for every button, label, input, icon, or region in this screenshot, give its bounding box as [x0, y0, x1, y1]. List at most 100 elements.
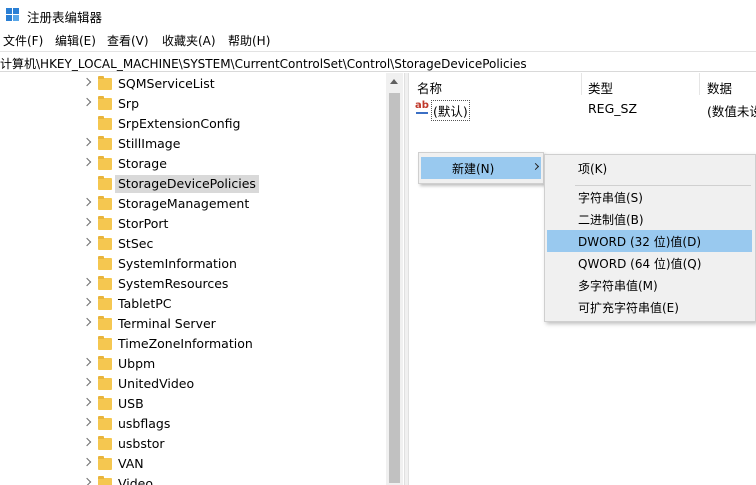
tree-item-label[interactable]: UnitedVideo — [115, 375, 197, 393]
tree-item-usbstor[interactable]: usbstor — [0, 434, 386, 454]
folder-icon — [98, 276, 112, 290]
tree-item-storagemanagement[interactable]: StorageManagement — [0, 194, 386, 214]
column-header-name[interactable]: 名称 — [417, 78, 442, 97]
folder-icon — [98, 116, 112, 130]
submenu-item-key[interactable]: 项(K) — [547, 157, 752, 179]
chevron-right-icon[interactable] — [82, 217, 92, 227]
folder-icon — [98, 216, 112, 230]
key-tree[interactable]: SQMServiceList Srp SrpExtensionConfig St… — [0, 73, 404, 485]
chevron-right-icon[interactable] — [82, 457, 92, 467]
submenu-item-qword[interactable]: QWORD (64 位)值(Q) — [547, 252, 752, 274]
chevron-right-icon[interactable] — [82, 157, 92, 167]
address-bar[interactable]: 计算机\HKEY_LOCAL_MACHINE\SYSTEM\CurrentCon… — [0, 51, 756, 72]
chevron-right-icon[interactable] — [82, 197, 92, 207]
tree-item-label[interactable]: Video — [115, 475, 156, 485]
tree-item-label[interactable]: Storage — [115, 155, 170, 173]
tree-item-storagedevicepolicies[interactable]: StorageDevicePolicies — [0, 174, 386, 194]
tree-item-label[interactable]: usbstor — [115, 435, 168, 453]
tree-item-label[interactable]: StorPort — [115, 215, 171, 233]
chevron-right-icon[interactable] — [82, 317, 92, 327]
value-data[interactable]: (数值未设 — [707, 101, 756, 120]
chevron-right-icon[interactable] — [82, 297, 92, 307]
tree-item-storport[interactable]: StorPort — [0, 214, 386, 234]
chevron-right-icon[interactable] — [82, 477, 92, 485]
column-header-type[interactable]: 类型 — [588, 78, 613, 97]
column-divider[interactable] — [581, 73, 582, 95]
new-submenu: 项(K) 字符串值(S) 二进制值(B) DWORD (32 位)值(D) QW… — [544, 154, 756, 322]
chevron-right-icon[interactable] — [82, 277, 92, 287]
tree-item-systemresources[interactable]: SystemResources — [0, 274, 386, 294]
tree-item-stsec[interactable]: StSec — [0, 234, 386, 254]
menu-favorites[interactable]: 收藏夹(A) — [162, 32, 216, 49]
address-path[interactable]: 计算机\HKEY_LOCAL_MACHINE\SYSTEM\CurrentCon… — [0, 55, 527, 72]
tree-item-label[interactable]: Srp — [115, 95, 142, 113]
tree-item-label[interactable]: TabletPC — [115, 295, 175, 313]
tree-item-label[interactable]: TimeZoneInformation — [115, 335, 256, 353]
tree-item-label[interactable]: StorageManagement — [115, 195, 252, 213]
tree-item-label[interactable]: Terminal Server — [115, 315, 219, 333]
scrollbar-thumb[interactable] — [389, 93, 400, 483]
tree-item-label[interactable]: SystemInformation — [115, 255, 240, 273]
tree-item-label[interactable]: SystemResources — [115, 275, 231, 293]
folder-icon — [98, 96, 112, 110]
tree-item-unitedvideo[interactable]: UnitedVideo — [0, 374, 386, 394]
tree-item-label[interactable]: StorageDevicePolicies — [115, 175, 259, 193]
window-title: 注册表编辑器 — [27, 10, 103, 25]
submenu-arrow-icon — [531, 162, 540, 171]
tree-item-ubpm[interactable]: Ubpm — [0, 354, 386, 374]
folder-icon — [98, 396, 112, 410]
tree-item-usbflags[interactable]: usbflags — [0, 414, 386, 434]
tree-item-systeminformation[interactable]: SystemInformation — [0, 254, 386, 274]
tree-item-label[interactable]: VAN — [115, 455, 147, 473]
menu-help[interactable]: 帮助(H) — [228, 32, 270, 49]
folder-icon — [98, 436, 112, 450]
chevron-right-icon[interactable] — [82, 137, 92, 147]
title-bar: 注册表编辑器 — [0, 0, 756, 30]
tree-item-label[interactable]: StSec — [115, 235, 156, 253]
tree-item-video[interactable]: Video — [0, 474, 386, 485]
tree-item-van[interactable]: VAN — [0, 454, 386, 474]
menu-view[interactable]: 查看(V) — [107, 32, 149, 49]
tree-item-sqmservicelist[interactable]: SQMServiceList — [0, 74, 386, 94]
tree-item-label[interactable]: Ubpm — [115, 355, 158, 373]
tree-item-usb[interactable]: USB — [0, 394, 386, 414]
chevron-right-icon[interactable] — [82, 437, 92, 447]
tree-item-label[interactable]: SQMServiceList — [115, 75, 218, 93]
tree-item-terminal-server[interactable]: Terminal Server — [0, 314, 386, 334]
chevron-right-icon[interactable] — [82, 417, 92, 427]
tree-item-label[interactable]: usbflags — [115, 415, 173, 433]
chevron-right-icon[interactable] — [82, 77, 92, 87]
value-name[interactable]: (默认) — [431, 100, 470, 121]
folder-icon — [98, 356, 112, 370]
submenu-item-label: DWORD (32 位)值(D) — [578, 235, 701, 249]
value-type[interactable]: REG_SZ — [588, 101, 637, 116]
tree-item-storage[interactable]: Storage — [0, 154, 386, 174]
folder-icon — [98, 376, 112, 390]
tree-item-srp[interactable]: Srp — [0, 94, 386, 114]
submenu-item-multi-string[interactable]: 多字符串值(M) — [547, 274, 752, 296]
chevron-right-icon[interactable] — [82, 97, 92, 107]
tree-item-tabletpc[interactable]: TabletPC — [0, 294, 386, 314]
tree-item-timezoneinformation[interactable]: TimeZoneInformation — [0, 334, 386, 354]
menu-edit[interactable]: 编辑(E) — [55, 32, 96, 49]
column-divider[interactable] — [699, 73, 700, 95]
tree-item-srpextensionconfig[interactable]: SrpExtensionConfig — [0, 114, 386, 134]
submenu-item-binary[interactable]: 二进制值(B) — [547, 208, 752, 230]
tree-item-label[interactable]: USB — [115, 395, 147, 413]
tree-item-label[interactable]: StillImage — [115, 135, 183, 153]
tree-item-stillimage[interactable]: StillImage — [0, 134, 386, 154]
chevron-right-icon[interactable] — [82, 397, 92, 407]
chevron-right-icon[interactable] — [82, 357, 92, 367]
submenu-item-dword[interactable]: DWORD (32 位)值(D) — [547, 230, 752, 252]
submenu-item-string[interactable]: 字符串值(S) — [547, 186, 752, 208]
menu-file[interactable]: 文件(F) — [3, 32, 43, 49]
menu-item-new[interactable]: 新建(N) — [421, 157, 541, 179]
tree-scrollbar[interactable] — [386, 73, 403, 485]
menu-item-new-label: 新建(N) — [452, 162, 495, 176]
scroll-up-icon[interactable] — [390, 79, 398, 84]
submenu-item-expandable-string[interactable]: 可扩充字符串值(E) — [547, 296, 752, 318]
tree-item-label[interactable]: SrpExtensionConfig — [115, 115, 243, 133]
column-header-data[interactable]: 数据 — [707, 78, 732, 97]
chevron-right-icon[interactable] — [82, 377, 92, 387]
chevron-right-icon[interactable] — [82, 237, 92, 247]
